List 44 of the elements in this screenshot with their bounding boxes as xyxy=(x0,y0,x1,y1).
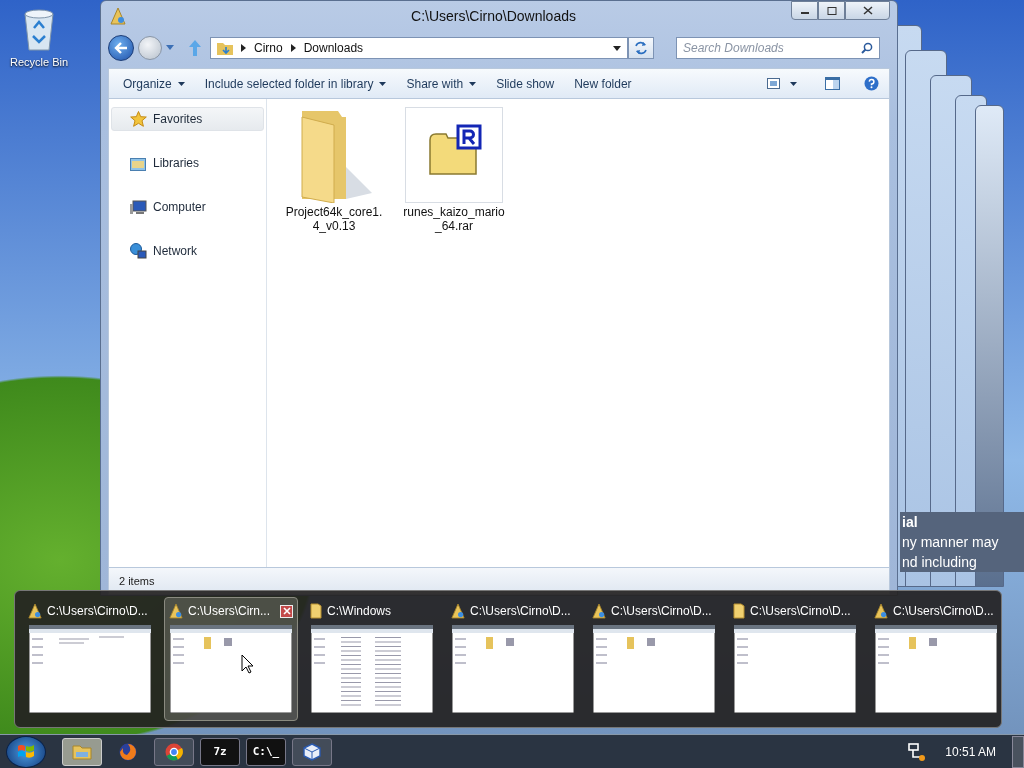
thumbnail-title: C:\Users\Cirno\D... xyxy=(750,604,851,618)
sidebar-item[interactable]: Network xyxy=(111,239,264,263)
sidebar-label[interactable]: Computer xyxy=(153,200,206,214)
window-thumbnail[interactable]: C:\Users\Cirn... xyxy=(164,597,298,721)
window-thumbnail[interactable]: C:\Users\Cirno\D... xyxy=(587,597,721,721)
toolbar-button[interactable]: New folder xyxy=(566,72,640,95)
search-field[interactable]: Search Downloads xyxy=(676,37,880,59)
window-title: C:\Users\Cirno\Downloads xyxy=(410,8,577,24)
sidebar-label[interactable]: Favorites xyxy=(153,112,203,126)
file-item[interactable]: runes_kaizo_mario_64.rar xyxy=(403,107,505,233)
thumbnail-title: C:\Users\Cirno\D... xyxy=(47,604,148,618)
sidebar-item[interactable]: Libraries xyxy=(111,151,264,175)
background-window-text: ny manner may xyxy=(902,533,1000,552)
thumbnail-title: C:\Windows xyxy=(327,604,391,618)
toolbar-button[interactable]: Slide show xyxy=(488,72,563,95)
window-thumbnail[interactable]: C:\Users\Cirno\D... xyxy=(869,597,1003,721)
toolbar-button[interactable]: Organize xyxy=(115,72,193,95)
sidebar-label[interactable]: Libraries xyxy=(153,156,200,170)
breadcrumb-item[interactable]: Cirno xyxy=(254,41,283,55)
thumbnail-title: C:\Users\Cirno\D... xyxy=(611,604,712,618)
address-bar[interactable]: Cirno Downloads xyxy=(210,37,628,59)
file-item[interactable]: Project64k_core1.4_v0.13 xyxy=(283,107,385,233)
window-thumbnail[interactable]: C:\Users\Cirno\D... xyxy=(446,597,580,721)
clock[interactable]: 10:51 AM xyxy=(945,744,996,759)
window-thumbnail[interactable]: C:\Windows xyxy=(305,597,439,721)
sidebar-item[interactable]: Favorites xyxy=(111,107,264,131)
thumbnail-title: C:\Users\Cirno\D... xyxy=(470,604,571,618)
item-count: 2 items xyxy=(119,575,155,587)
taskbar-button[interactable]: 7z xyxy=(200,737,240,766)
sidebar-item[interactable]: Computer xyxy=(111,195,264,219)
thumbnail-title: C:\Users\Cirn... xyxy=(188,604,270,618)
toolbar-button[interactable]: Share with xyxy=(398,72,485,95)
file-name[interactable]: Project64k_core1.4_v0.13 xyxy=(283,205,385,233)
taskbar-button[interactable]: C:\_ xyxy=(246,737,286,766)
toolbar-button[interactable]: Include selected folder in library xyxy=(196,72,395,95)
thumbnail-title: C:\Users\Cirno\D... xyxy=(893,604,994,618)
window-thumbnail[interactable]: C:\Users\Cirno\D... xyxy=(23,597,157,721)
background-window-text: ial xyxy=(902,513,919,532)
file-name[interactable]: runes_kaizo_mario_64.rar xyxy=(403,205,505,233)
window-thumbnail[interactable]: C:\Users\Cirno\D... xyxy=(728,597,862,721)
desktop-icon-label[interactable]: Recycle Bin xyxy=(9,56,69,68)
sidebar-label[interactable]: Network xyxy=(153,244,197,258)
background-window-text: nd including xyxy=(902,553,978,572)
breadcrumb-item[interactable]: Downloads xyxy=(303,41,364,55)
